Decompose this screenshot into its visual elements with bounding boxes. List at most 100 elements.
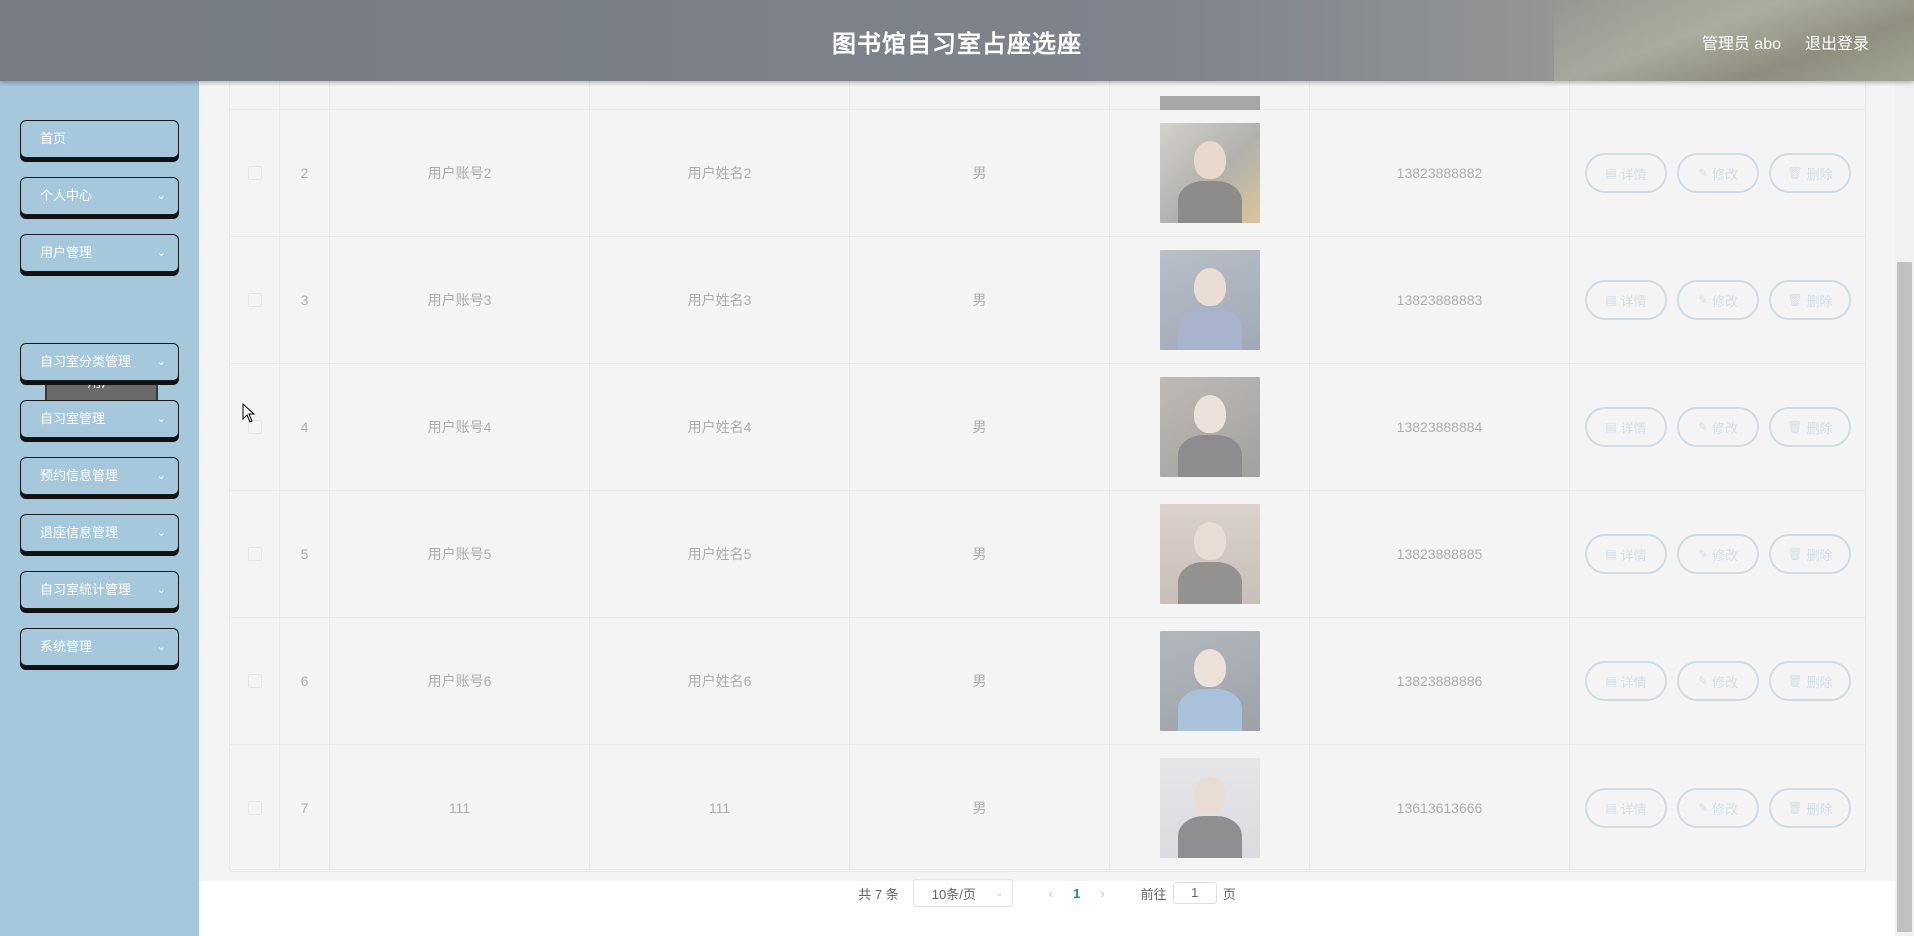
user-photo (1159, 631, 1260, 731)
detail-button[interactable]: ▤ 详情 (1585, 661, 1667, 701)
sidebar-item-room-management[interactable]: 自习室管理 ⌄ (20, 400, 179, 438)
goto-page-input[interactable]: 1 (1172, 882, 1217, 904)
row-index: 2 (280, 110, 330, 236)
table-row: 5 用户账号5 用户姓名5 男 13823888885 ▤ 详情 ✎ 修改 🗑︎ 删除 (230, 491, 1866, 618)
user-account: 111 (330, 745, 590, 871)
sidebar-item-checkout-management[interactable]: 退座信息管理 ⌄ (20, 514, 179, 552)
table-cell (1110, 618, 1310, 744)
edit-button[interactable]: ✎ 修改 (1677, 788, 1759, 828)
trash-icon: 🗑︎ (1787, 674, 1803, 688)
delete-button[interactable]: 🗑︎ 删除 (1769, 788, 1851, 828)
document-icon: ▤ (1605, 801, 1617, 815)
user-name: 用户姓名5 (590, 491, 850, 617)
table-row: 7 111 111 男 13613613666 ▤ 详情 ✎ 修改 🗑︎ 删除 (230, 745, 1866, 872)
table-row: 6 用户账号6 用户姓名6 男 13823888886 ▤ 详情 ✎ 修改 🗑︎ 删除 (230, 618, 1866, 745)
pagination: 共 7 条 10条/页 ⌄ ‹ 1 › 前往 1 页 (199, 877, 1895, 909)
detail-button[interactable]: ▤ 详情 (1585, 153, 1667, 193)
table-cell (230, 110, 280, 236)
page-size-select[interactable]: 10条/页 ⌄ (912, 879, 1013, 907)
row-checkbox[interactable] (247, 166, 262, 180)
current-user-label: 管理员 abo (1701, 36, 1781, 53)
table-cell (1310, 81, 1570, 109)
detail-button[interactable]: ▤ 详情 (1585, 407, 1667, 447)
row-checkbox[interactable] (247, 293, 262, 307)
detail-button[interactable]: ▤ 详情 (1585, 280, 1667, 320)
user-sex: 男 (850, 618, 1110, 744)
user-phone: 13823888883 (1310, 237, 1570, 363)
user-name: 111 (590, 745, 850, 871)
row-index: 3 (280, 237, 330, 363)
pencil-icon: ✎ (1697, 674, 1709, 688)
delete-button[interactable]: 🗑︎ 删除 (1769, 661, 1851, 701)
row-checkbox[interactable] (247, 801, 262, 815)
row-checkbox[interactable] (247, 674, 262, 688)
user-photo (1159, 96, 1260, 110)
user-sex: 男 (850, 745, 1110, 871)
next-page-icon[interactable]: › (1100, 886, 1104, 901)
edit-button[interactable]: ✎ 修改 (1677, 534, 1759, 574)
edit-label: 修改 (1712, 547, 1739, 563)
user-phone: 13823888885 (1310, 491, 1570, 617)
user-table: 2 用户账号2 用户姓名2 男 13823888882 ▤ 详情 ✎ 修改 🗑︎ 删除… (229, 81, 1866, 872)
prev-page-icon[interactable]: ‹ (1049, 886, 1053, 901)
user-phone: 13823888884 (1310, 364, 1570, 490)
logout-link[interactable]: 退出登录 (1805, 30, 1869, 54)
table-cell (1110, 110, 1310, 236)
detail-label: 详情 (1620, 293, 1647, 309)
pencil-icon: ✎ (1697, 293, 1709, 307)
table-cell: ▤ 详情 ✎ 修改 🗑︎ 删除 (1570, 110, 1866, 236)
edit-button[interactable]: ✎ 修改 (1677, 280, 1759, 320)
delete-label: 删除 (1806, 801, 1833, 817)
user-account: 用户账号6 (330, 618, 590, 744)
delete-button[interactable]: 🗑︎ 删除 (1769, 407, 1851, 447)
sidebar-item-label: 系统管理 (40, 639, 93, 654)
table-cell (1110, 237, 1310, 363)
document-icon: ▤ (1605, 547, 1617, 561)
chevron-down-icon: ⌄ (995, 887, 1004, 899)
table-cell (1110, 745, 1310, 871)
total-count: 共 7 条 (858, 886, 899, 902)
user-name: 用户姓名3 (590, 237, 850, 363)
table-cell (230, 745, 280, 871)
detail-label: 详情 (1620, 420, 1647, 436)
sidebar-item-user-management[interactable]: 用户管理 ⌄ (20, 234, 179, 272)
sidebar-item-room-category-management[interactable]: 自习室分类管理 ⌄ (20, 343, 179, 381)
row-checkbox[interactable] (247, 547, 262, 561)
sidebar-item-room-statistics[interactable]: 自习室统计管理 ⌄ (20, 571, 179, 609)
table-cell (590, 81, 850, 109)
user-sex: 男 (850, 364, 1110, 490)
chevron-down-icon: ⌄ (156, 527, 166, 539)
sidebar-item-label: 自习室统计管理 (40, 582, 132, 597)
detail-label: 详情 (1620, 166, 1647, 182)
table-cell (850, 81, 1110, 109)
mouse-cursor-icon (242, 403, 256, 423)
user-phone: 13823888882 (1310, 110, 1570, 236)
document-icon: ▤ (1605, 674, 1617, 688)
table-cell (230, 364, 280, 490)
page-number[interactable]: 1 (1073, 886, 1080, 901)
edit-label: 修改 (1712, 674, 1739, 690)
delete-button[interactable]: 🗑︎ 删除 (1769, 534, 1851, 574)
sidebar-item-system-management[interactable]: 系统管理 ⌄ (20, 628, 179, 666)
table-cell: ▤ 详情 ✎ 修改 🗑︎ 删除 (1570, 364, 1866, 490)
edit-button[interactable]: ✎ 修改 (1677, 153, 1759, 193)
scrollbar-thumb[interactable] (1897, 262, 1912, 932)
table-cell (330, 81, 590, 109)
user-photo (1159, 377, 1260, 477)
user-name: 用户姓名6 (590, 618, 850, 744)
user-account: 用户账号3 (330, 237, 590, 363)
delete-button[interactable]: 🗑︎ 删除 (1769, 280, 1851, 320)
detail-button[interactable]: ▤ 详情 (1585, 534, 1667, 574)
sidebar-item-reservation-management[interactable]: 预约信息管理 ⌄ (20, 457, 179, 495)
sidebar-item-personal-center[interactable]: 个人中心 ⌄ (20, 177, 179, 215)
edit-button[interactable]: ✎ 修改 (1677, 407, 1759, 447)
edit-button[interactable]: ✎ 修改 (1677, 661, 1759, 701)
user-sex: 男 (850, 110, 1110, 236)
row-index: 6 (280, 618, 330, 744)
sidebar-item-home[interactable]: 首页 (20, 120, 179, 158)
detail-button[interactable]: ▤ 详情 (1585, 788, 1667, 828)
sidebar-item-label: 用户管理 (40, 245, 93, 260)
detail-label: 详情 (1620, 801, 1647, 817)
delete-button[interactable]: 🗑︎ 删除 (1769, 153, 1851, 193)
pencil-icon: ✎ (1697, 547, 1709, 561)
